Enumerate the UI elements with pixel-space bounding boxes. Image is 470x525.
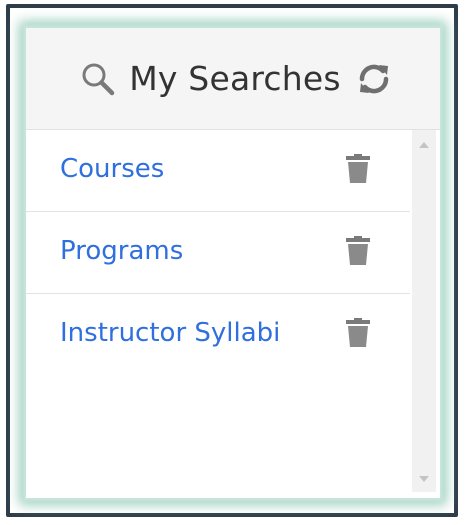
search-icon (81, 62, 115, 96)
list-item: Programs (26, 212, 410, 294)
searches-list: Courses Programs Instructor Syllabi (26, 130, 410, 498)
list-item: Instructor Syllabi (26, 294, 410, 375)
saved-search-link-instructor-syllabi[interactable]: Instructor Syllabi (60, 318, 280, 348)
trash-icon[interactable] (346, 318, 370, 348)
panel-header: My Searches (26, 28, 440, 130)
vertical-scrollbar[interactable] (412, 130, 436, 492)
scroll-up-arrow-icon[interactable] (412, 136, 436, 154)
trash-icon[interactable] (346, 154, 370, 184)
refresh-icon[interactable] (357, 62, 391, 96)
my-searches-panel: My Searches Courses Programs Instructor … (26, 28, 440, 498)
trash-icon[interactable] (346, 236, 370, 266)
scroll-down-arrow-icon[interactable] (412, 470, 436, 488)
list-item: Courses (26, 130, 410, 212)
searches-list-area: Courses Programs Instructor Syllabi (26, 130, 440, 498)
saved-search-link-courses[interactable]: Courses (60, 154, 164, 184)
panel-title: My Searches (129, 59, 341, 98)
saved-search-link-programs[interactable]: Programs (60, 236, 183, 266)
